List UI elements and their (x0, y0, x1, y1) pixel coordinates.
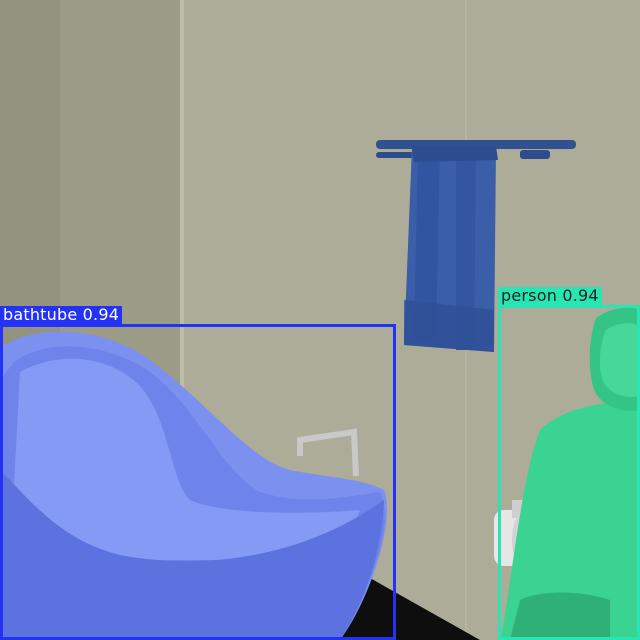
bathtub-detection-label: bathtube 0.94 (0, 306, 123, 324)
bathtub-detection-box: bathtube 0.94 (0, 306, 396, 640)
scene-image: bathtube 0.94 person 0.94 (0, 0, 640, 640)
person-detection-label: person 0.94 (498, 287, 602, 305)
person-detection-box: person 0.94 (498, 287, 640, 640)
hanging-towel (404, 146, 498, 352)
